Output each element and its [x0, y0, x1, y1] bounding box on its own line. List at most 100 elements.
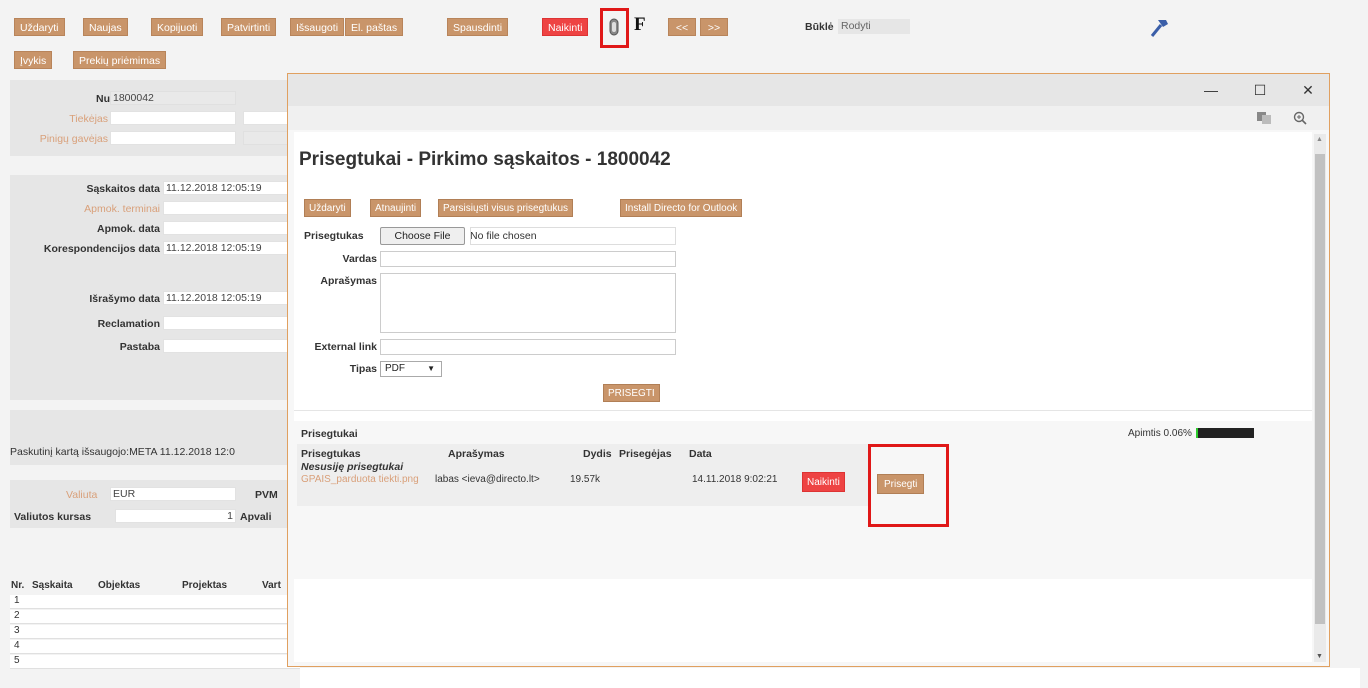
tiekejas-label[interactable]: Tiekėjas — [69, 113, 108, 125]
tiekejas-field[interactable] — [110, 111, 236, 125]
col-data: Data — [689, 448, 712, 460]
table-row[interactable]: 4 — [10, 640, 300, 654]
koresp-value: 11.12.2018 12:05:19 — [166, 242, 262, 254]
row-number: 2 — [14, 610, 20, 621]
new-button[interactable]: Naujas — [83, 18, 128, 36]
apmok-data-field[interactable] — [163, 221, 293, 235]
apmok-terminai-label[interactable]: Apmok. terminai — [84, 203, 160, 215]
saskaitos-data-label: Sąskaitos data — [86, 183, 160, 195]
reclamation-label: Reclamation — [97, 318, 160, 330]
state-field[interactable]: Rodyti — [838, 19, 910, 34]
quota-bar-fill — [1196, 428, 1198, 438]
israsymo-field[interactable]: 11.12.2018 12:05:19 — [163, 291, 293, 305]
israsymo-value: 11.12.2018 12:05:19 — [166, 292, 262, 304]
table-row[interactable]: 2 — [10, 610, 300, 624]
print-button[interactable]: Spausdinti — [447, 18, 509, 36]
scroll-up-icon[interactable]: ▲ — [1316, 136, 1323, 143]
row-number: 1 — [14, 595, 20, 606]
chevron-down-icon: ▼ — [427, 364, 435, 373]
tipas-label: Tipas — [349, 363, 377, 375]
aprasymas-label: Aprašymas — [320, 275, 377, 287]
dialog-toolbar — [288, 106, 1329, 130]
file-size: 19.57k — [570, 474, 601, 485]
attachments-section-title: Prisegtukai — [301, 428, 358, 440]
grid-header-projektas: Projektas — [182, 580, 228, 591]
section-divider — [294, 410, 1312, 411]
valiuta-field[interactable]: EUR — [110, 487, 236, 501]
zoom-icon[interactable] — [1292, 110, 1308, 126]
col-prisegejas: Prisegėjas — [619, 448, 672, 460]
quota-bar — [1196, 428, 1254, 438]
install-outlook-button[interactable]: Install Directo for Outlook — [620, 199, 743, 217]
aprasymas-textarea[interactable] — [380, 273, 676, 333]
minimize-button[interactable]: — — [1201, 80, 1221, 100]
close-button[interactable]: Uždaryti — [14, 18, 65, 36]
saskaitos-data-field[interactable]: 11.12.2018 12:05:19 — [163, 181, 293, 195]
tiekejas-name-field[interactable] — [243, 111, 293, 125]
row-number: 5 — [14, 655, 20, 666]
maximize-button[interactable]: ☐ — [1250, 80, 1270, 100]
apmok-terminai-field[interactable] — [163, 201, 293, 215]
delete-attachment-button[interactable]: Naikinti — [802, 472, 845, 492]
tipas-select[interactable]: PDF ▼ — [380, 361, 442, 377]
quota-label: Apimtis 0.06% — [1128, 428, 1192, 439]
apvalinimas-label: Apvali — [240, 511, 272, 523]
prisegtukas-label: Prisegtukas — [304, 230, 364, 242]
reclamation-field[interactable] — [163, 316, 293, 330]
dialog-close-button[interactable]: Uždaryti — [304, 199, 351, 217]
scroll-down-icon[interactable]: ▼ — [1316, 653, 1323, 660]
translate-icon[interactable] — [1256, 110, 1272, 126]
f-label[interactable]: F — [634, 14, 646, 36]
numeris-value: 1800042 — [113, 92, 154, 104]
dialog-scrollbar[interactable]: ▲ ▼ — [1314, 134, 1326, 662]
file-date: 14.11.2018 9:02:21 — [692, 474, 778, 485]
file-name-link[interactable]: GPAIS_parduota tiekti.png — [301, 474, 419, 485]
external-link-input[interactable] — [380, 339, 676, 355]
dialog-title: Prisegtukai - Pirkimo sąskaitos - 180004… — [299, 149, 671, 170]
delete-button[interactable]: Naikinti — [542, 18, 589, 36]
copy-button[interactable]: Kopijuoti — [151, 18, 204, 36]
choose-file-button[interactable]: Choose File — [380, 227, 465, 245]
vardas-label: Vardas — [342, 253, 377, 265]
table-row[interactable]: 5 — [10, 655, 300, 669]
row-number: 4 — [14, 640, 20, 651]
file-description: labas <ieva@directo.lt> — [435, 474, 540, 485]
pinigu-label[interactable]: Pinigų gavėjas — [40, 133, 108, 145]
koresp-label: Korespondencijos data — [43, 243, 160, 255]
row-number: 3 — [14, 625, 20, 636]
kursas-field[interactable]: 1 — [115, 509, 236, 523]
prev-button[interactable]: << — [668, 18, 696, 36]
external-link-label: External link — [314, 341, 377, 353]
goods-receipt-button[interactable]: Prekių priėmimas — [73, 51, 167, 69]
refresh-button[interactable]: Atnaujinti — [370, 199, 422, 217]
hammer-icon[interactable] — [1146, 14, 1172, 40]
col-dydis: Dydis — [583, 448, 612, 460]
email-button[interactable]: El. paštas — [345, 18, 404, 36]
table-row[interactable]: 1 — [10, 595, 300, 609]
prisegti-submit-button[interactable]: PRISEGTI — [603, 384, 660, 402]
scroll-thumb[interactable] — [1315, 154, 1325, 624]
save-button[interactable]: Išsaugoti — [290, 18, 345, 36]
israsymo-label: Išrašymo data — [89, 293, 160, 305]
download-all-button[interactable]: Parsisiųsti visus prisegtukus — [438, 199, 574, 217]
grid-header-nr: Nr. — [11, 580, 25, 591]
pastaba-field[interactable] — [163, 339, 293, 353]
event-button[interactable]: Įvykis — [14, 51, 53, 69]
state-label: Būklė — [805, 21, 834, 33]
dialog-titlebar[interactable]: — ☐ ✕ — [288, 74, 1329, 106]
confirm-button[interactable]: Patvirtinti — [221, 18, 277, 36]
valiuta-value: EUR — [113, 488, 136, 500]
pinigu-field[interactable] — [110, 131, 236, 145]
close-dialog-button[interactable]: ✕ — [1298, 80, 1318, 100]
table-row[interactable]: 3 — [10, 625, 300, 639]
vardas-input[interactable] — [380, 251, 676, 267]
koresp-field[interactable]: 11.12.2018 12:05:19 — [163, 241, 293, 255]
next-button[interactable]: >> — [700, 18, 728, 36]
attachments-dialog: — ☐ ✕ Prisegtukai - Pirkimo sąskaitos - … — [287, 73, 1330, 667]
grid-header-objektas: Objektas — [98, 580, 141, 591]
valiuta-label[interactable]: Valiuta — [66, 489, 97, 501]
saskaitos-data-value: 11.12.2018 12:05:19 — [166, 182, 262, 194]
col-aprasymas: Aprašymas — [448, 448, 505, 460]
kursas-value: 1 — [227, 510, 233, 522]
paperclip-highlight — [600, 8, 629, 48]
